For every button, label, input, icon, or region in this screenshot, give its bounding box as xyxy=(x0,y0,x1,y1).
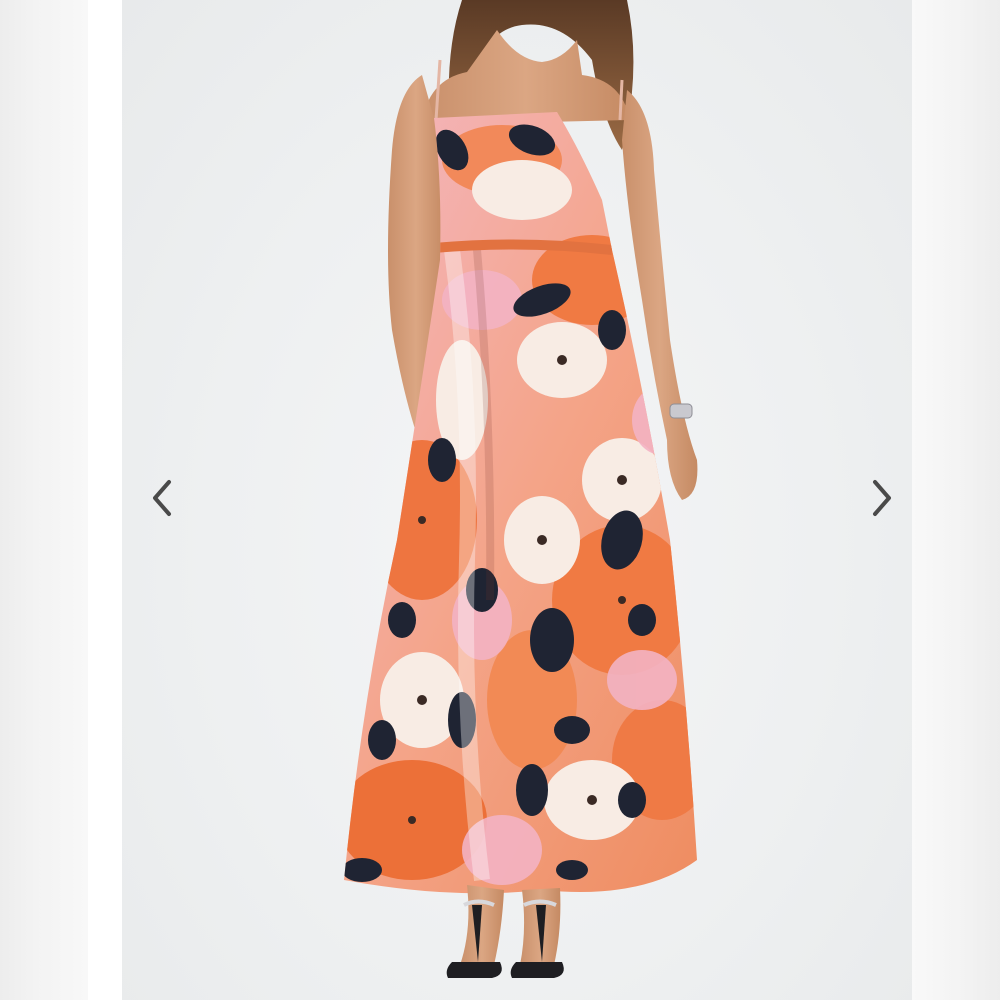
product-image-viewer[interactable] xyxy=(122,0,912,1000)
right-adjacent-image-edge xyxy=(912,0,1000,1000)
left-adjacent-image-edge xyxy=(0,0,88,1000)
previous-image-button[interactable] xyxy=(140,470,184,526)
next-image-button[interactable] xyxy=(860,470,904,526)
gallery-gutter-left xyxy=(88,0,122,1000)
chevron-left-icon xyxy=(153,480,171,516)
product-photo xyxy=(344,0,698,978)
chevron-right-icon xyxy=(873,480,891,516)
